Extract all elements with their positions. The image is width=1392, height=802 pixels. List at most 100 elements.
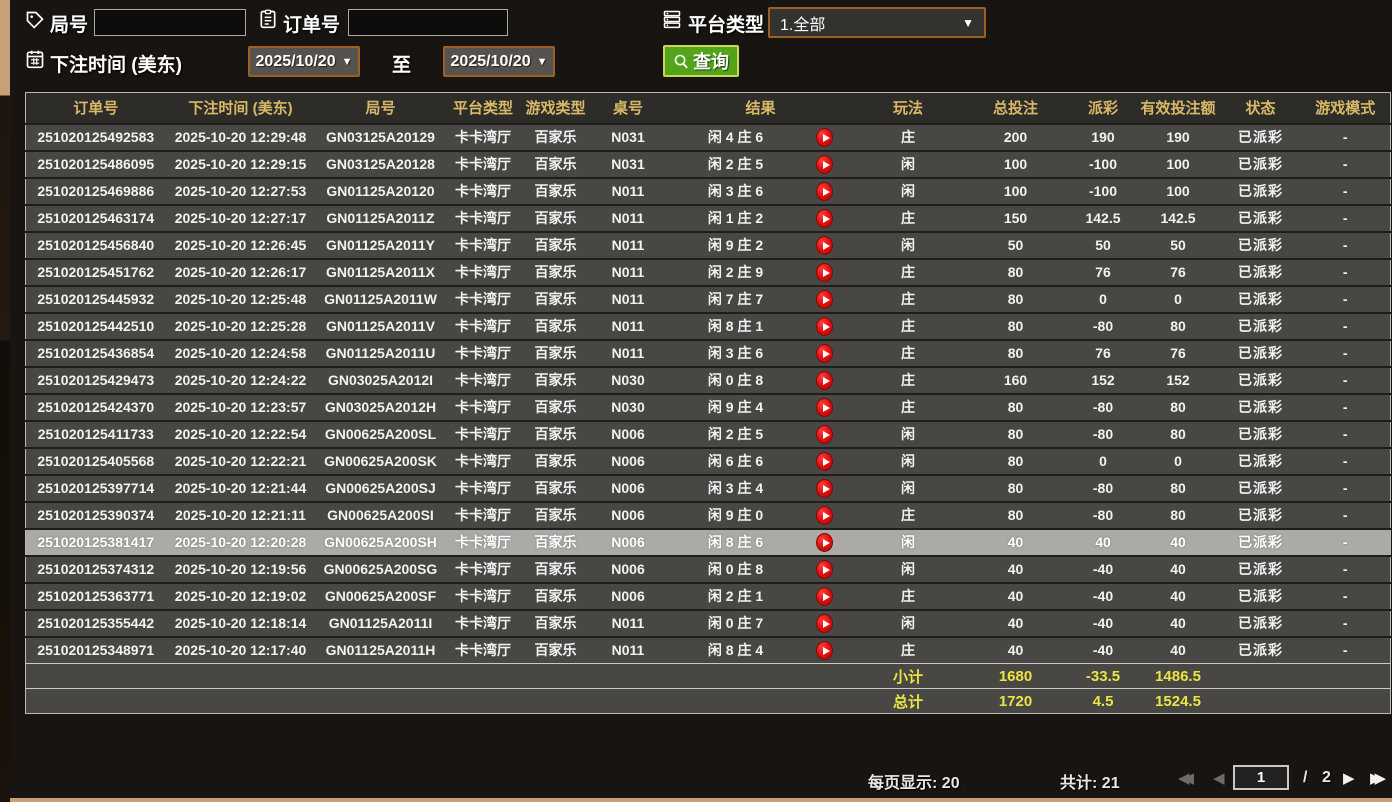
play-icon[interactable] (815, 181, 833, 201)
table-row[interactable]: 251020125436854 2025-10-20 12:24:58 GN0112… (25, 338, 1391, 367)
play-icon[interactable] (815, 451, 833, 471)
cell-game-no: GN00625A200SL (315, 419, 446, 448)
cell-valid-bet: 80 (1135, 392, 1221, 421)
cell-order: 251020125436854 (25, 338, 166, 367)
play-icon[interactable] (815, 370, 833, 390)
table-row[interactable]: 251020125486095 2025-10-20 12:29:15 GN0312… (25, 149, 1391, 178)
cell-time: 2025-10-20 12:25:28 (165, 311, 316, 340)
date-to-label: 至 (392, 55, 412, 76)
play-icon[interactable] (815, 559, 833, 579)
order-no-input[interactable] (348, 9, 508, 36)
table-row[interactable]: 251020125405568 2025-10-20 12:22:21 GN0062… (25, 446, 1391, 475)
cell-payout: 142.5 (1070, 203, 1136, 232)
table-row[interactable]: 251020125451762 2025-10-20 12:26:17 GN0112… (25, 257, 1391, 286)
col-mode: 游戏模式 (1300, 92, 1391, 124)
cell-game-no: GN01125A20120 (315, 176, 446, 205)
first-page-icon[interactable]: ◀◀ (1178, 769, 1194, 787)
table-row[interactable]: 251020125463174 2025-10-20 12:27:17 GN0112… (25, 203, 1391, 232)
play-icon[interactable] (815, 397, 833, 417)
table-row[interactable]: 251020125381417 2025-10-20 12:20:28 GN0062… (25, 527, 1391, 556)
play-icon[interactable] (815, 613, 833, 633)
col-payout: 派彩 (1070, 92, 1136, 124)
cell-game-no: GN01125A2011H (315, 635, 446, 664)
cell-mode: - (1300, 473, 1391, 502)
play-icon[interactable] (815, 235, 833, 255)
cell-valid-bet: 76 (1135, 338, 1221, 367)
play-icon[interactable] (815, 289, 833, 309)
play-icon[interactable] (815, 424, 833, 444)
cell-valid-bet: 0 (1135, 446, 1221, 475)
play-icon[interactable] (815, 532, 833, 552)
play-icon[interactable] (815, 586, 833, 606)
subtotal-row: 小计 1680 -33.5 1486.5 (25, 663, 1391, 689)
date-from-picker[interactable]: 2025/10/20 ▼ (248, 46, 360, 77)
total-count-value: 21 (1101, 775, 1120, 792)
cell-table-no: N011 (590, 257, 666, 286)
table-row[interactable]: 251020125363771 2025-10-20 12:19:02 GN0062… (25, 581, 1391, 610)
result-text: 闲 3 庄 6 (707, 345, 764, 361)
result-text: 闲 9 庄 0 (707, 507, 764, 523)
cell-game-type: 百家乐 (520, 581, 591, 610)
cell-game-no: GN01125A2011W (315, 284, 446, 313)
cell-table-no: N011 (590, 311, 666, 340)
col-platform: 平台类型 (445, 92, 521, 124)
table-row[interactable]: 251020125355442 2025-10-20 12:18:14 GN0112… (25, 608, 1391, 637)
cell-mode: - (1300, 446, 1391, 475)
cell-total-bet: 100 (960, 176, 1071, 205)
table-row[interactable]: 251020125397714 2025-10-20 12:21:44 GN0062… (25, 473, 1391, 502)
next-page-icon[interactable]: ▶ (1343, 769, 1355, 787)
result-text: 闲 0 庄 7 (707, 615, 764, 631)
cell-result: 闲 4 庄 6 (665, 122, 856, 151)
cell-result: 闲 0 庄 8 (665, 554, 856, 583)
cell-result: 闲 7 庄 7 (665, 284, 856, 313)
cell-platform: 卡卡湾厅 (445, 311, 521, 340)
play-icon[interactable] (815, 316, 833, 336)
cell-mode: - (1300, 554, 1391, 583)
play-icon[interactable] (815, 640, 833, 660)
cell-time: 2025-10-20 12:26:45 (165, 230, 316, 259)
cell-order: 251020125381417 (25, 527, 166, 556)
filter-bar: 局号 订单号 平台类型 1.全部 ▼ 下注时间 (美东) 2025/10/20 … (0, 0, 1392, 90)
cell-bet: 庄 (855, 284, 961, 313)
cell-game-type: 百家乐 (520, 473, 591, 502)
table-row[interactable]: 251020125442510 2025-10-20 12:25:28 GN0112… (25, 311, 1391, 340)
cell-total-bet: 40 (960, 527, 1071, 556)
play-icon[interactable] (815, 127, 833, 147)
cell-game-no: GN01125A2011Z (315, 203, 446, 232)
table-row[interactable]: 251020125390374 2025-10-20 12:21:11 GN0062… (25, 500, 1391, 529)
table-row[interactable]: 251020125469886 2025-10-20 12:27:53 GN0112… (25, 176, 1391, 205)
table-row[interactable]: 251020125456840 2025-10-20 12:26:45 GN0112… (25, 230, 1391, 259)
cell-payout: -80 (1070, 392, 1136, 421)
play-icon[interactable] (815, 505, 833, 525)
play-icon[interactable] (815, 343, 833, 363)
current-page-input[interactable] (1233, 765, 1289, 790)
platform-type-select[interactable]: 1.全部 ▼ (768, 7, 986, 38)
cell-bet: 闲 (855, 230, 961, 259)
table-row[interactable]: 251020125411733 2025-10-20 12:22:54 GN0062… (25, 419, 1391, 448)
game-no-input[interactable] (94, 9, 246, 36)
play-icon[interactable] (815, 478, 833, 498)
prev-page-icon[interactable]: ◀ (1213, 769, 1225, 787)
pagination-bar: 每页显示: 20 共计: 21 ◀◀ ◀ / 2 ▶ ▶▶ (0, 762, 1392, 798)
cell-game-type: 百家乐 (520, 365, 591, 394)
cell-platform: 卡卡湾厅 (445, 608, 521, 637)
platform-type-icon (662, 8, 682, 30)
col-time: 下注时间 (美东) (165, 92, 316, 124)
query-button[interactable]: 查询 (663, 45, 739, 77)
cell-platform: 卡卡湾厅 (445, 554, 521, 583)
table-row[interactable]: 251020125492583 2025-10-20 12:29:48 GN0312… (25, 122, 1391, 151)
cell-game-no: GN01125A2011Y (315, 230, 446, 259)
table-row[interactable]: 251020125374312 2025-10-20 12:19:56 GN0062… (25, 554, 1391, 583)
cell-total-bet: 80 (960, 419, 1071, 448)
last-page-icon[interactable]: ▶▶ (1370, 769, 1386, 787)
table-row[interactable]: 251020125445932 2025-10-20 12:25:48 GN0112… (25, 284, 1391, 313)
page-bottom-strip (0, 798, 1392, 802)
table-row[interactable]: 251020125424370 2025-10-20 12:23:57 GN0302… (25, 392, 1391, 421)
table-row[interactable]: 251020125429473 2025-10-20 12:24:22 GN0302… (25, 365, 1391, 394)
play-icon[interactable] (815, 208, 833, 228)
play-icon[interactable] (815, 154, 833, 174)
cell-bet: 庄 (855, 365, 961, 394)
date-to-picker[interactable]: 2025/10/20 ▼ (443, 46, 555, 77)
play-icon[interactable] (815, 262, 833, 282)
table-row[interactable]: 251020125348971 2025-10-20 12:17:40 GN0112… (25, 635, 1391, 664)
